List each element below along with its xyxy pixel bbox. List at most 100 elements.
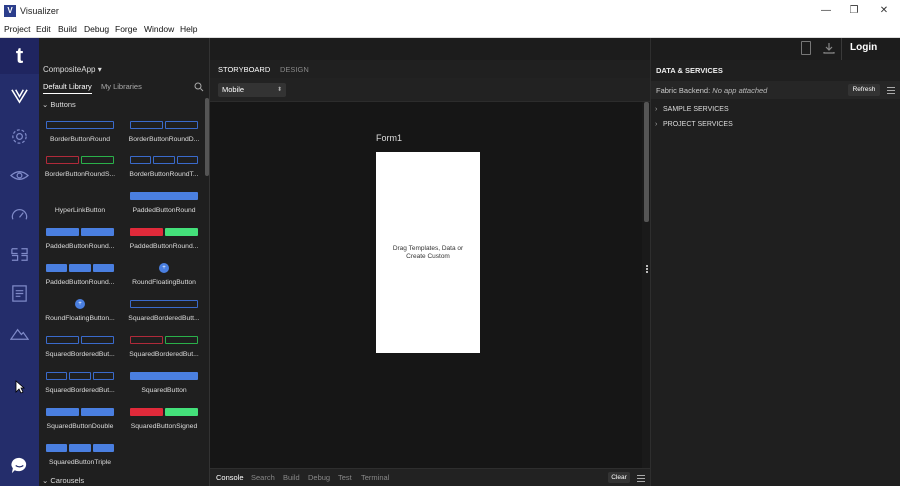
- widget-label: SquaredButtonDouble: [46, 423, 114, 430]
- widget-padded-button-round-double[interactable]: PaddedButtonRound...: [40, 225, 120, 257]
- widget-label: PaddedButtonRound...: [45, 279, 115, 286]
- menu-bar: Project Edit Build Debug Forge Window He…: [0, 22, 900, 38]
- section-buttons-label: Buttons: [50, 100, 76, 109]
- close-button[interactable]: ✕: [876, 4, 892, 18]
- storyboard-tabs: STORYBOARD DESIGN: [210, 60, 650, 78]
- project-selector[interactable]: CompositeApp ▾: [43, 65, 102, 74]
- widget-label: BorderButtonRound: [49, 136, 111, 143]
- widget-squared-bordered-button-triple[interactable]: SquaredBorderedBut...: [40, 369, 120, 401]
- section-carousels[interactable]: ⌄ Carousels: [42, 476, 84, 485]
- widget-label: SquaredBorderedButt...: [128, 315, 200, 322]
- widget-label: PaddedButtonRound...: [45, 243, 115, 250]
- widget-label: SquaredButtonSigned: [130, 423, 198, 430]
- chevron-right-icon: ›: [655, 106, 658, 113]
- form-frame[interactable]: Drag Templates, Data or Create Custom: [376, 152, 480, 353]
- widget-border-button-round-double[interactable]: BorderButtonRoundD...: [124, 118, 204, 150]
- fabric-backend-row: Fabric Backend: No app attached Refresh: [651, 81, 900, 99]
- backend-menu-icon[interactable]: [887, 86, 895, 94]
- chevron-right-icon: ›: [655, 121, 658, 128]
- widget-hyperlink-button[interactable]: HyperLinkButton: [40, 189, 120, 221]
- widget-squared-bordered-button-double[interactable]: SquaredBorderedBut...: [40, 333, 120, 365]
- form-hint: Drag Templates, Data or Create Custom: [392, 245, 464, 260]
- layout-icon[interactable]: [10, 245, 29, 264]
- widget-label: RoundFloatingButton: [132, 279, 196, 286]
- library-scrollbar[interactable]: [205, 98, 209, 176]
- fabric-backend-value: No app attached: [712, 86, 768, 95]
- top-separator: [841, 38, 842, 60]
- widget-border-button-round[interactable]: BorderButtonRound: [40, 118, 120, 150]
- mountain-icon[interactable]: [9, 324, 30, 343]
- widget-squared-button-signed[interactable]: SquaredButtonSigned: [124, 405, 204, 437]
- library-panel: CompositeApp ▾ Default Library My Librar…: [39, 38, 210, 486]
- plus-icon: +: [75, 299, 85, 309]
- settings-icon[interactable]: [10, 127, 29, 146]
- form-title[interactable]: Form1: [376, 133, 402, 143]
- tab-search[interactable]: Search: [251, 473, 275, 482]
- tab-default-library[interactable]: Default Library: [43, 82, 92, 94]
- mobile-device-icon[interactable]: [801, 41, 811, 55]
- tab-design[interactable]: DESIGN: [280, 65, 309, 74]
- library-tabs: Default Library My Libraries: [39, 80, 210, 94]
- tree-project-services-label: PROJECT SERVICES: [663, 121, 733, 128]
- widget-squared-bordered-button-signed[interactable]: SquaredBorderedBut...: [124, 333, 204, 365]
- updown-arrow-icon: ⬍: [276, 87, 282, 93]
- clear-button[interactable]: Clear: [608, 472, 630, 483]
- fabric-backend-label: Fabric Backend:: [656, 86, 711, 95]
- tree-sample-services[interactable]: › SAMPLE SERVICES: [655, 106, 729, 113]
- tab-my-libraries[interactable]: My Libraries: [101, 82, 142, 91]
- widget-squared-button-triple[interactable]: SquaredButtonTriple: [40, 441, 120, 473]
- canvas-scrollbar[interactable]: [644, 102, 649, 222]
- menu-edit[interactable]: Edit: [36, 24, 51, 34]
- tab-build[interactable]: Build: [283, 473, 300, 482]
- widget-squared-button-double[interactable]: SquaredButtonDouble: [40, 405, 120, 437]
- dashboard-icon[interactable]: [10, 206, 29, 225]
- widget-padded-button-round[interactable]: PaddedButtonRound: [124, 189, 204, 221]
- widget-border-button-round-signed[interactable]: BorderButtonRoundS...: [40, 153, 120, 185]
- widget-border-button-round-triple[interactable]: BorderButtonRoundT...: [124, 153, 204, 185]
- menu-build[interactable]: Build: [58, 24, 77, 34]
- widget-round-floating-button-alt[interactable]: + RoundFloatingButton...: [40, 297, 120, 329]
- data-services-header: DATA & SERVICES: [656, 66, 723, 75]
- widget-label: BorderButtonRoundD...: [128, 136, 200, 143]
- widget-squared-button[interactable]: SquaredButton: [124, 369, 204, 401]
- tab-console[interactable]: Console: [216, 473, 244, 482]
- download-icon[interactable]: [823, 42, 835, 54]
- tab-debug[interactable]: Debug: [308, 473, 330, 482]
- tree-project-services[interactable]: › PROJECT SERVICES: [655, 121, 733, 128]
- chat-icon[interactable]: [10, 456, 29, 475]
- tab-terminal[interactable]: Terminal: [361, 473, 389, 482]
- menu-project[interactable]: Project: [4, 24, 30, 34]
- refresh-button[interactable]: Refresh: [848, 84, 880, 96]
- preview-icon[interactable]: [10, 166, 29, 185]
- widget-label: BorderButtonRoundT...: [129, 171, 199, 178]
- widget-padded-button-round-triple[interactable]: PaddedButtonRound...: [40, 261, 120, 293]
- section-buttons[interactable]: ⌄ Buttons: [42, 100, 76, 109]
- search-icon[interactable]: [194, 82, 204, 92]
- storyboard-top-strip: [210, 38, 650, 60]
- device-select[interactable]: Mobile ⬍: [218, 83, 286, 97]
- widget-label: SquaredBorderedBut...: [45, 387, 115, 394]
- tab-storyboard[interactable]: STORYBOARD: [218, 65, 270, 74]
- storyboard-area: STORYBOARD DESIGN Mobile ⬍ Form1 Drag Te…: [210, 38, 650, 486]
- data-services-panel: Login DATA & SERVICES Fabric Backend: No…: [650, 38, 900, 486]
- menu-debug[interactable]: Debug: [84, 24, 109, 34]
- storyboard-toolbar: Mobile ⬍: [210, 78, 650, 102]
- widget-padded-button-round-signed[interactable]: PaddedButtonRound...: [124, 225, 204, 257]
- login-button[interactable]: Login: [850, 42, 877, 53]
- menu-window[interactable]: Window: [144, 24, 174, 34]
- right-panel-splitter[interactable]: [645, 264, 649, 278]
- tab-test[interactable]: Test: [338, 473, 352, 482]
- menu-help[interactable]: Help: [180, 24, 197, 34]
- brand-logo[interactable]: t: [0, 38, 39, 74]
- section-carousels-label: Carousels: [50, 476, 85, 485]
- visualizer-icon[interactable]: [10, 86, 29, 105]
- maximize-button[interactable]: ❐: [846, 4, 862, 18]
- widget-label: SquaredBorderedBut...: [129, 351, 199, 358]
- minimize-button[interactable]: —: [818, 4, 834, 18]
- menu-forge[interactable]: Forge: [115, 24, 137, 34]
- widget-round-floating-button[interactable]: + RoundFloatingButton: [124, 261, 204, 293]
- widget-squared-bordered-button[interactable]: SquaredBorderedButt...: [124, 297, 204, 329]
- console-menu-icon[interactable]: [637, 474, 645, 482]
- title-bar: V Visualizer — ❐ ✕: [0, 0, 900, 22]
- document-icon[interactable]: [10, 284, 29, 303]
